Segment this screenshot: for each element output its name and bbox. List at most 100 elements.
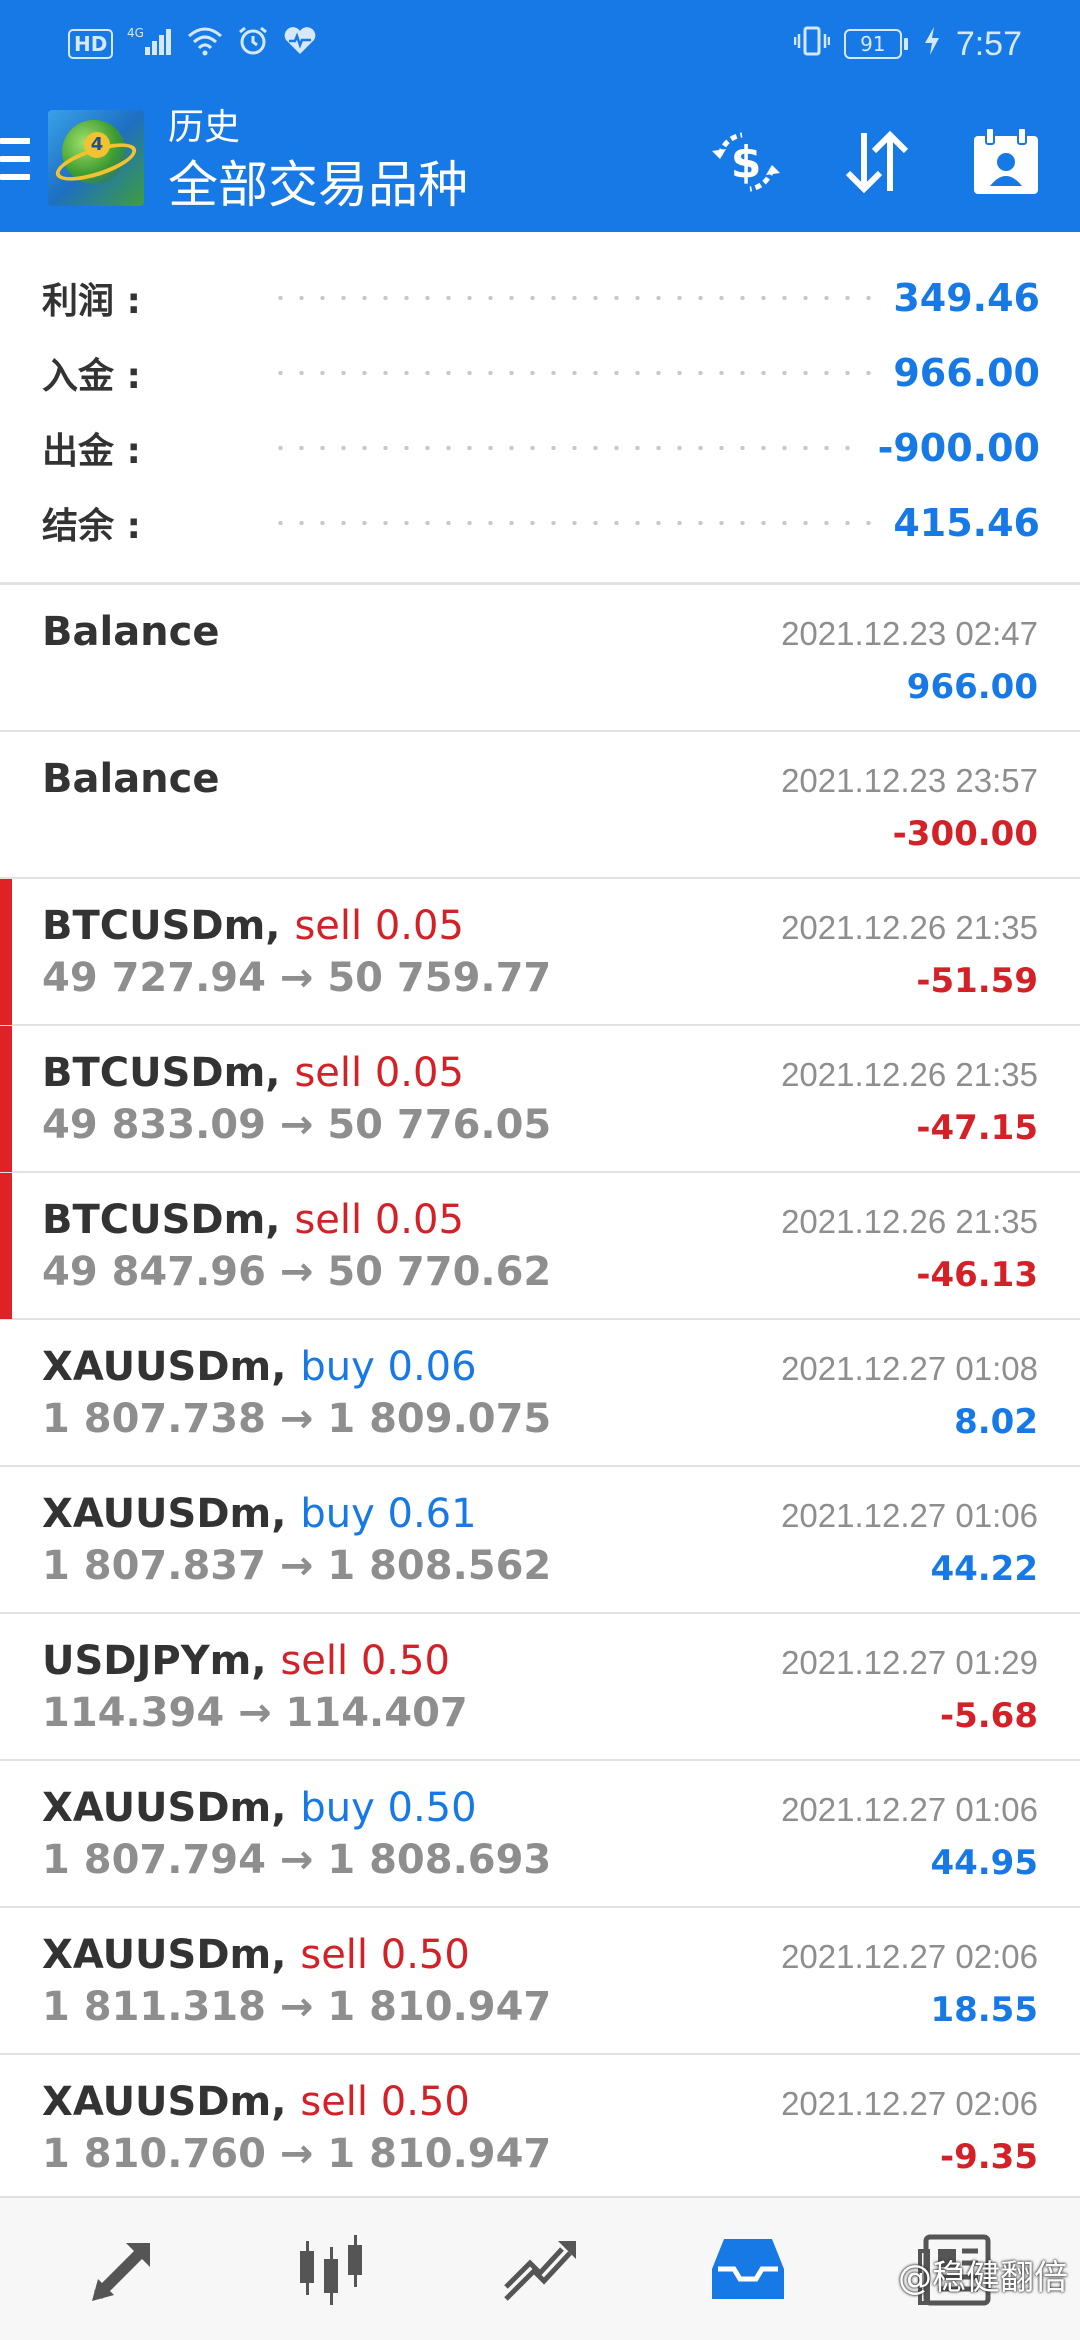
dot-leader: [270, 445, 860, 450]
deal-symbol: Balance: [42, 609, 220, 655]
dollar-refresh-icon: $: [712, 132, 780, 192]
deal-symbol: BTCUSDm,: [42, 1050, 281, 1096]
deal-title: XAUUSDm, buy 0.06: [42, 1344, 477, 1390]
deal-side: sell 0.50: [280, 1638, 450, 1684]
loss-marker: [0, 879, 12, 1025]
deal-profit: -5.68: [940, 1696, 1038, 1736]
deal-symbol: XAUUSDm,: [42, 1932, 287, 1978]
deal-prices: 49 727.94 → 50 759.77: [42, 955, 552, 1001]
deal-side: sell 0.50: [300, 2079, 470, 2125]
alarm-icon: [237, 25, 269, 63]
history-row[interactable]: Balance 2021.12.23 02:47 966.00: [0, 585, 1080, 732]
history-row[interactable]: XAUUSDm, sell 0.50 1 811.318 → 1 810.947…: [0, 1908, 1080, 2055]
symbol-filter-title: 全部交易品种: [168, 156, 468, 214]
deal-time: 2021.12.23 02:47: [781, 615, 1038, 652]
deal-time: 2021.12.27 01:29: [781, 1644, 1038, 1681]
history-row[interactable]: USDJPYm, sell 0.50 114.394 → 114.407 202…: [0, 1614, 1080, 1761]
deal-time: 2021.12.27 01:08: [781, 1350, 1038, 1387]
deal-profit: -47.15: [916, 1108, 1038, 1148]
deal-profit: -46.13: [916, 1255, 1038, 1295]
history-row[interactable]: XAUUSDm, buy 0.61 1 807.837 → 1 808.562 …: [0, 1467, 1080, 1614]
trade-chart-icon: [504, 2241, 576, 2301]
deal-profit: 18.55: [930, 1990, 1038, 2030]
deal-side: sell 0.05: [294, 1197, 464, 1243]
title-block[interactable]: 历史 全部交易品种: [168, 104, 468, 218]
page-title: 历史: [168, 107, 241, 148]
deal-time: 2021.12.26 21:35: [781, 1056, 1038, 1093]
deal-profit: -300.00: [892, 814, 1038, 854]
calendar-user-icon: [974, 127, 1038, 194]
deal-time: 2021.12.26 21:35: [781, 909, 1038, 946]
deal-prices: 49 847.96 → 50 770.62: [42, 1249, 552, 1295]
summary-row-balance: 结余 : 415.46: [0, 485, 1080, 560]
deal-prices: 1 807.738 → 1 809.075: [42, 1396, 552, 1442]
deal-profit: -9.35: [940, 2137, 1038, 2177]
balance-value: 415.46: [893, 500, 1040, 545]
hd-badge: HD: [68, 29, 114, 59]
history-row[interactable]: XAUUSDm, buy 0.50 1 807.794 → 1 808.693 …: [0, 1761, 1080, 1908]
history-row[interactable]: BTCUSDm, sell 0.05 49 833.09 → 50 776.05…: [0, 1026, 1080, 1173]
health-heart-icon: [283, 26, 317, 62]
deal-symbol: XAUUSDm,: [42, 1344, 287, 1390]
deal-side: sell 0.50: [300, 1932, 470, 1978]
svg-text:$: $: [731, 137, 762, 188]
deal-title: XAUUSDm, buy 0.61: [42, 1491, 477, 1537]
deal-time: 2021.12.26 21:35: [781, 1203, 1038, 1240]
charging-icon: [922, 26, 942, 62]
profit-label: 利润 :: [42, 280, 141, 322]
deal-side: buy 0.06: [300, 1344, 477, 1390]
history-row[interactable]: XAUUSDm, buy 0.06 1 807.738 → 1 809.075 …: [0, 1320, 1080, 1467]
history-row[interactable]: Balance 2021.12.23 23:57 -300.00: [0, 732, 1080, 879]
deal-symbol: XAUUSDm,: [42, 1491, 287, 1537]
dot-leader: [270, 295, 872, 300]
deal-title: BTCUSDm, sell 0.05: [42, 1197, 464, 1243]
deal-title: Balance: [42, 756, 220, 802]
history-row[interactable]: XAUUSDm, sell 0.50 1 810.760 → 1 810.947…: [0, 2055, 1080, 2202]
dot-leader: [270, 370, 872, 375]
history-row[interactable]: BTCUSDm, sell 0.05 49 847.96 → 50 770.62…: [0, 1173, 1080, 1320]
nav-charts[interactable]: [282, 2219, 382, 2319]
summary-row-profit: 利润 : 349.46: [0, 260, 1080, 335]
deal-profit: 8.02: [954, 1402, 1038, 1442]
loss-marker: [0, 1173, 12, 1319]
status-bar: HD 4G 91 7:57: [0, 0, 1080, 88]
deal-time: 2021.12.27 01:06: [781, 1791, 1038, 1828]
deal-time: 2021.12.27 01:06: [781, 1497, 1038, 1534]
signal-icon: 4G: [127, 25, 173, 63]
deal-symbol: USDJPYm,: [42, 1638, 267, 1684]
nav-quotes[interactable]: [74, 2219, 174, 2319]
candlestick-icon: [300, 2235, 362, 2305]
history-list[interactable]: Balance 2021.12.23 02:47 966.00 Balance …: [0, 585, 1080, 2202]
deposit-value: 966.00: [893, 350, 1040, 395]
menu-icon[interactable]: [0, 138, 30, 180]
nav-trade[interactable]: [490, 2219, 590, 2319]
deal-profit: 44.22: [930, 1549, 1038, 1589]
sort-button[interactable]: [836, 122, 916, 202]
deal-symbol: BTCUSDm,: [42, 903, 281, 949]
deal-title: XAUUSDm, buy 0.50: [42, 1785, 477, 1831]
deposit-withdraw-button[interactable]: $: [706, 122, 786, 202]
deal-side: buy 0.61: [300, 1491, 477, 1537]
quotes-arrows-icon: [92, 2243, 150, 2301]
nav-history[interactable]: [698, 2219, 798, 2319]
app-actions: $: [706, 122, 1046, 202]
network-type: 4G: [127, 26, 144, 40]
deal-time: 2021.12.27 02:06: [781, 1938, 1038, 1975]
calendar-period-button[interactable]: [966, 122, 1046, 202]
status-right: 91 7:57: [793, 25, 1022, 64]
deal-side: buy 0.50: [300, 1785, 477, 1831]
deal-profit: 966.00: [906, 667, 1038, 707]
deal-title: USDJPYm, sell 0.50: [42, 1638, 450, 1684]
metatrader-logo-icon: 4: [48, 110, 144, 206]
deal-side: sell 0.05: [294, 1050, 464, 1096]
battery-level: 91: [843, 29, 902, 59]
summary-row-withdrawal: 出金 : -900.00: [0, 410, 1080, 485]
deal-title: BTCUSDm, sell 0.05: [42, 903, 464, 949]
deal-time: 2021.12.27 02:06: [781, 2085, 1038, 2122]
deal-prices: 1 811.318 → 1 810.947: [42, 1984, 552, 2030]
deal-time: 2021.12.23 23:57: [781, 762, 1038, 799]
history-row[interactable]: BTCUSDm, sell 0.05 49 727.94 → 50 759.77…: [0, 879, 1080, 1026]
deal-symbol: XAUUSDm,: [42, 1785, 287, 1831]
deal-symbol: Balance: [42, 756, 220, 802]
summary-panel: 利润 : 349.46 入金 : 966.00 出金 : -900.00 结余 …: [0, 232, 1080, 584]
